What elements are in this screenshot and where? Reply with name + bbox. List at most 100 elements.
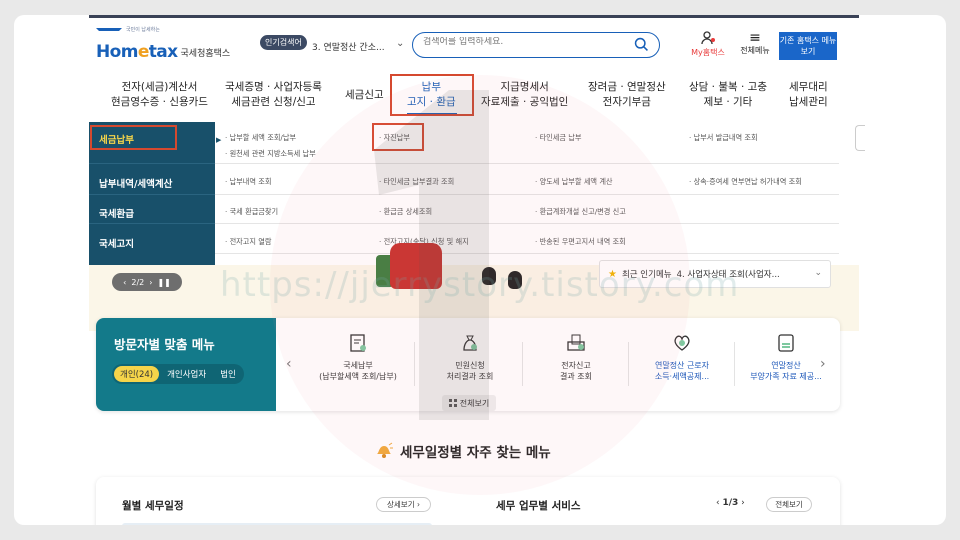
view-all-services-button[interactable]: 전체보기 (766, 497, 812, 512)
tab-corporation[interactable]: 법인 (214, 366, 242, 382)
highlight-box-self-payment (372, 123, 424, 151)
service-pager[interactable]: ‹ 1/3 › (716, 498, 745, 508)
service-label: 연말정산 근로자 (654, 361, 710, 370)
section-title-text: 세무일정별 자주 찾는 메뉴 (400, 445, 551, 461)
service-petition[interactable]: 민원신청 처리결과 조회 (418, 332, 522, 382)
search-box (412, 32, 660, 58)
divider (628, 342, 629, 386)
tab-individual-business[interactable]: 개인사업자 (161, 366, 212, 382)
hamburger-icon: ≡ (749, 30, 761, 46)
next-arrow-icon[interactable]: › (820, 356, 826, 372)
my-hometax-button[interactable]: My홈택스 (687, 31, 729, 58)
popular-search-item[interactable]: 3. 연말정산 간소... (312, 40, 422, 53)
divider (215, 163, 839, 164)
tab-individual[interactable]: 개인(24) (114, 366, 160, 382)
mega-link[interactable]: · 납부서 발급내역 조회 (689, 133, 758, 143)
mega-link[interactable]: · 상속·증여세 연부연납 허가내역 조회 (689, 177, 802, 187)
gnb-item-counsel[interactable]: 상담 · 불복 · 고충 제보 · 기타 (689, 80, 767, 110)
hometax-logo[interactable]: 국민이 납세하는 Hometax 국세청홈택스 (96, 27, 231, 62)
mega-link[interactable]: · 환급금 상세조회 (379, 207, 432, 217)
mega-cat-payment-history[interactable]: 납부내역/세액계산 (99, 176, 172, 190)
divider (89, 194, 215, 195)
section-title: 세무일정별 자주 찾는 메뉴 (374, 441, 551, 461)
mega-cat-notice[interactable]: 국세고지 (99, 236, 134, 250)
logo-brand: Hometax (96, 42, 178, 62)
service-label: 민원신청 (455, 361, 485, 370)
gnb-item-statement[interactable]: 지급명세서 자료제출 · 공익법인 (481, 80, 568, 110)
prev-icon[interactable]: ‹ (123, 278, 126, 287)
divider (89, 163, 215, 164)
site-header: 국민이 납세하는 Hometax 국세청홈택스 인기검색어 3. 연말정산 간소… (89, 18, 859, 78)
visitor-menu-title: 방문자별 맞춤 메뉴 (114, 337, 215, 352)
service-e-filing[interactable]: 전자신고 결과 조회 (524, 332, 628, 382)
prev-arrow-icon[interactable]: ‹ (286, 356, 292, 372)
divider (414, 342, 415, 386)
year-end-family-icon (778, 334, 794, 352)
service-label: 국세납부 (343, 361, 373, 370)
chevron-down-icon[interactable]: ⌄ (814, 268, 822, 278)
chevron-down-icon[interactable]: ⌄ (396, 38, 404, 49)
mega-cat-refund[interactable]: 국세환급 (99, 206, 134, 220)
gnb-item-agent[interactable]: 세무대리 납세관리 (789, 80, 828, 110)
search-icon[interactable] (633, 36, 650, 53)
banner-pager[interactable]: ‹ 2/2 › ❚❚ (112, 273, 182, 291)
gnb-item-tax-return[interactable]: 세금신고 (345, 88, 384, 103)
schedule-card: 월별 세무일정 상세보기 › 세무 업무별 서비스 ‹ 1/3 › 전체보기 (96, 477, 840, 525)
mega-link[interactable]: · 원천세 관련 지방소득세 납부 (225, 149, 316, 159)
browser-frame: 국민이 납세하는 Hometax 국세청홈택스 인기검색어 3. 연말정산 간소… (14, 15, 946, 525)
divider (215, 223, 839, 224)
gnb-item-e-invoice[interactable]: 전자(세금)계산서 현금영수증 · 신용카드 (111, 80, 208, 110)
bell-icon (377, 442, 393, 458)
divider (215, 194, 839, 195)
pager-count: 2/2 (131, 277, 145, 287)
all-menu-button[interactable]: ≡ 전체메뉴 (735, 31, 775, 56)
year-end-worker-icon (674, 335, 690, 351)
logo-tagline: 국민이 납세하는 (126, 27, 160, 33)
old-hometax-button[interactable]: 기존 홈택스 메뉴 보기 (779, 32, 837, 60)
mega-link[interactable]: · 타인세금 납부결과 조회 (379, 177, 454, 187)
next-icon[interactable]: › (149, 278, 152, 287)
service-label: 전자신고 (561, 361, 591, 370)
gnb-item-incentive[interactable]: 장려금 · 연말정산 전자기부금 (588, 80, 666, 110)
detail-button[interactable]: 상세보기 › (376, 497, 431, 512)
service-year-end-worker[interactable]: 연말정산 근로자 소득·세액공제... (630, 332, 734, 382)
divider (89, 223, 215, 224)
mega-link[interactable]: · 납부내역 조회 (225, 177, 272, 187)
highlight-box-tax-payment (90, 125, 177, 150)
mega-link[interactable]: · 양도세 납부할 세액 계산 (535, 177, 613, 187)
service-by-task-title: 세무 업무별 서비스 (496, 500, 581, 512)
mega-link[interactable]: · 납부할 세액 조회/납부 (225, 133, 296, 143)
view-all-button[interactable]: 전체보기 (442, 395, 496, 411)
popular-search-badge: 인기검색어 (260, 35, 307, 50)
watermark-text: https://jjerrystory.tistory.com (220, 265, 740, 305)
divider (522, 342, 523, 386)
search-input[interactable] (423, 37, 623, 47)
visitor-tabs: 개인(24) 개인사업자 법인 (112, 364, 244, 384)
active-arrow-icon: ▶ (216, 136, 222, 144)
logo-roof-icon (96, 28, 122, 40)
service-tax-payment[interactable]: 국세납부 (납부할세액 조회/납부) (306, 332, 410, 382)
pause-icon[interactable]: ❚❚ (157, 278, 170, 287)
mega-link[interactable]: · 반송된 우편고지서 내역 조회 (535, 237, 626, 247)
service-label: 처리결과 조회 (446, 372, 494, 381)
view-all-label: 전체보기 (459, 398, 490, 408)
monthly-schedule-title: 월별 세무일정 (122, 500, 184, 512)
global-navigation: 전자(세금)계산서 현금영수증 · 신용카드 국세증명 · 사업자등록 세금관련 신… (89, 78, 859, 124)
tax-payment-icon (350, 334, 366, 352)
service-label: 결과 조회 (560, 372, 592, 381)
gnb-item-certificate[interactable]: 국세증명 · 사업자등록 세금관련 신청/신고 (225, 80, 322, 110)
user-icon (701, 31, 715, 45)
scroll-tab[interactable] (855, 125, 865, 151)
payment-mega-menu: ▶ 세금납부 · 납부할 세액 조회/납부 · 원천세 관련 지방소득세 납부 … (89, 122, 839, 265)
schedule-bar (122, 523, 432, 525)
visitor-menu-card: 방문자별 맞춤 메뉴 개인(24) 개인사업자 법인 ‹ 국세납부 (납부할세액… (96, 318, 840, 411)
grid-icon (448, 399, 457, 407)
e-filing-icon (567, 334, 585, 351)
mega-link[interactable]: · 타인세금 납부 (535, 133, 582, 143)
logo-sub: 국세청홈택스 (180, 49, 231, 59)
divider (215, 253, 839, 254)
service-label: 소득·세액공제... (654, 372, 710, 381)
mega-link[interactable]: · 환급계좌개설 신고/변경 신고 (535, 207, 626, 217)
mega-link[interactable]: · 전자고지 열람 (225, 237, 272, 247)
mega-link[interactable]: · 국세 환급금찾기 (225, 207, 278, 217)
